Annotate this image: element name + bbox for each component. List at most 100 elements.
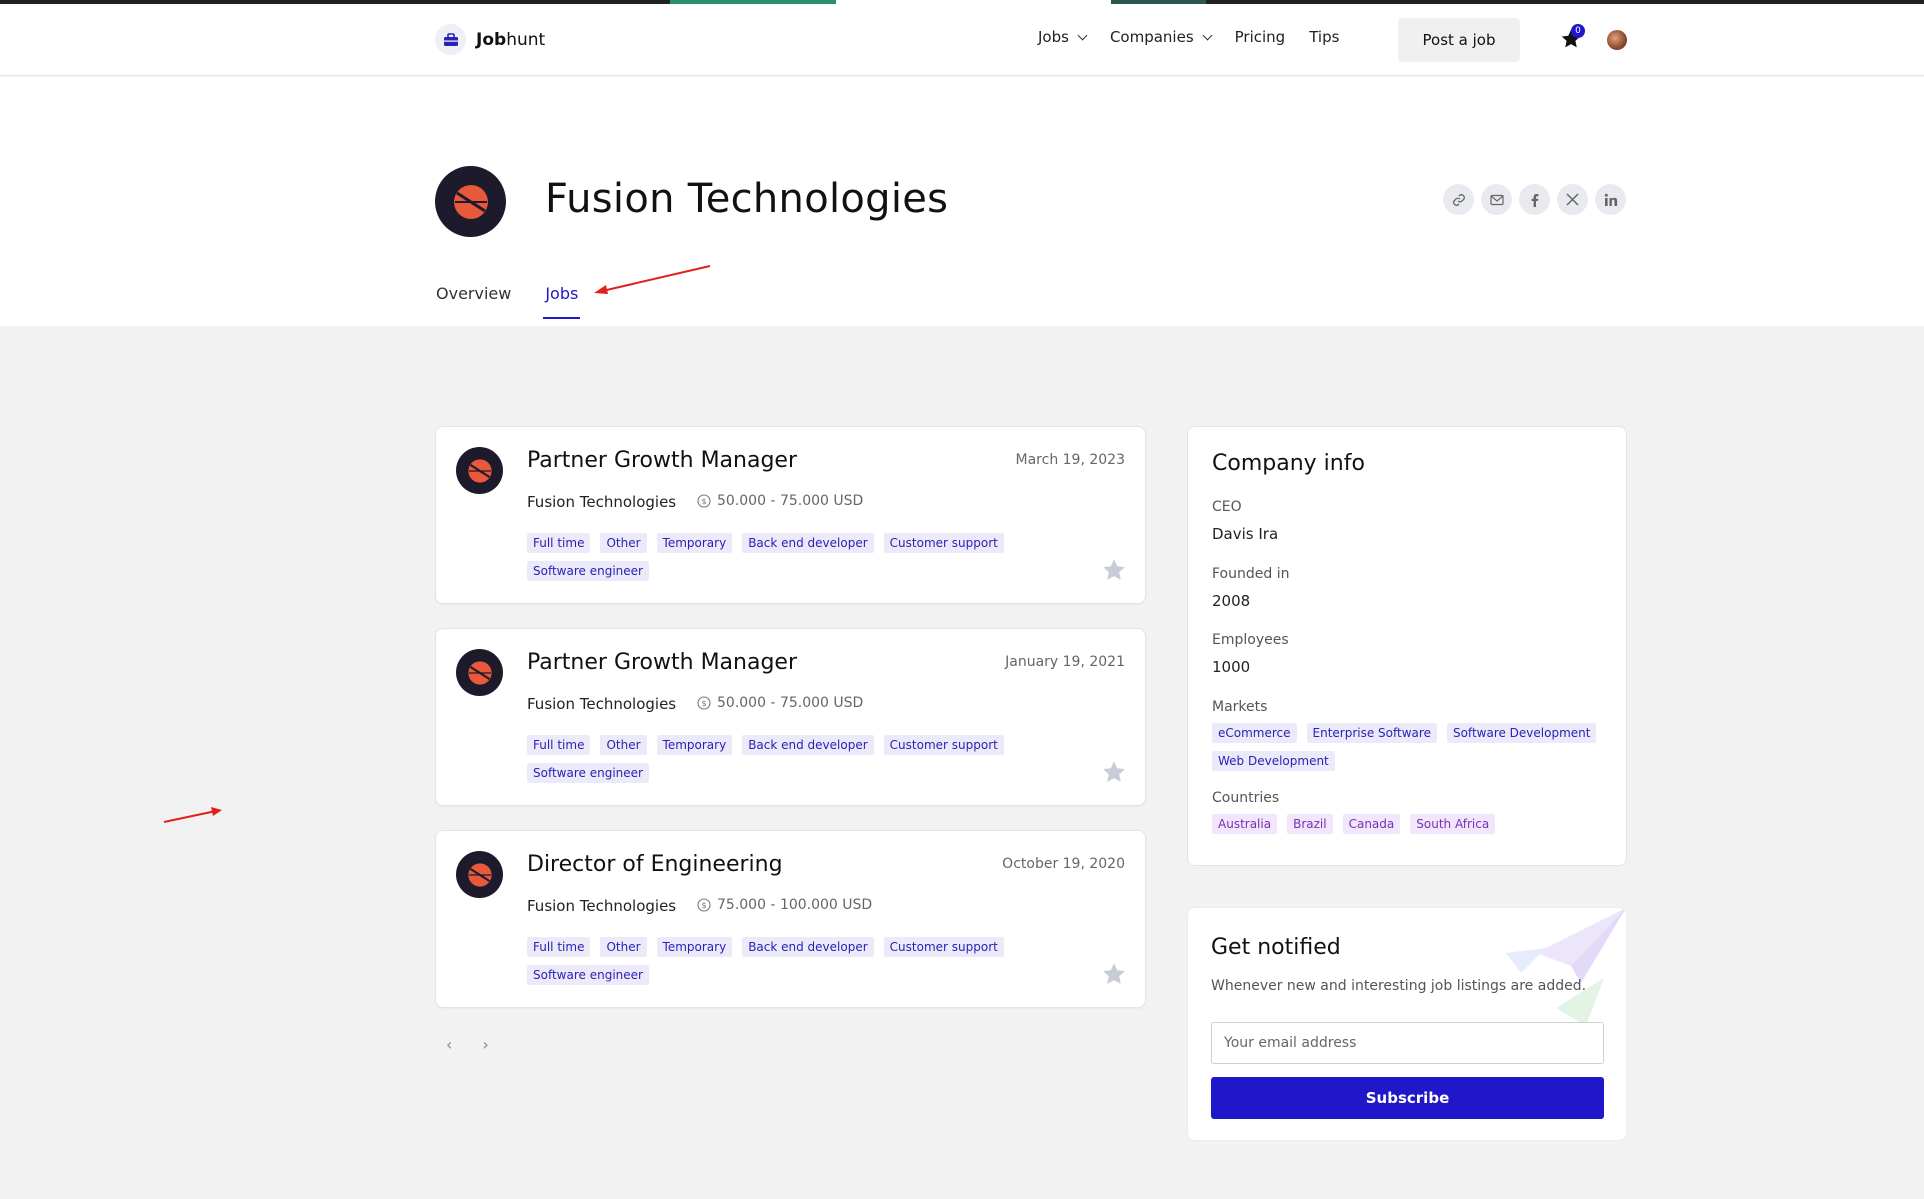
founded-value: 2008 bbox=[1212, 592, 1251, 610]
favorites-count-badge: 0 bbox=[1571, 24, 1585, 38]
share-buttons bbox=[1443, 184, 1626, 215]
ceo-label: CEO bbox=[1212, 499, 1242, 515]
company-name: Fusion Technologies bbox=[545, 176, 949, 222]
nav-pricing[interactable]: Pricing bbox=[1235, 28, 1286, 46]
company-tabs: Overview Jobs bbox=[436, 284, 581, 319]
get-notified-card: Get notified Whenever new and interestin… bbox=[1187, 907, 1627, 1141]
company-logo bbox=[456, 649, 503, 696]
nav-jobs[interactable]: Jobs bbox=[1038, 28, 1088, 46]
employees-label: Employees bbox=[1212, 632, 1289, 648]
job-tag[interactable]: Full time bbox=[527, 735, 591, 755]
market-tag[interactable]: Web Development bbox=[1212, 751, 1335, 771]
market-tag[interactable]: Enterprise Software bbox=[1306, 723, 1437, 743]
job-title[interactable]: Partner Growth Manager bbox=[527, 448, 797, 473]
job-tag[interactable]: Other bbox=[600, 735, 647, 755]
job-tag[interactable]: Back end developer bbox=[742, 533, 874, 553]
countries-tags: Australia Brazil Canada South Africa bbox=[1212, 814, 1602, 834]
dollar-circle-icon: $ bbox=[697, 696, 711, 710]
x-icon[interactable] bbox=[1557, 184, 1588, 215]
site-logo-text: Jobhunt bbox=[476, 29, 546, 50]
employees-value: 1000 bbox=[1212, 658, 1251, 676]
job-tags: Full time Other Temporary Back end devel… bbox=[527, 937, 1027, 985]
job-tag[interactable]: Other bbox=[600, 533, 647, 553]
get-notified-title: Get notified bbox=[1211, 935, 1341, 960]
market-tag[interactable]: eCommerce bbox=[1212, 723, 1297, 743]
country-tag[interactable]: South Africa bbox=[1410, 814, 1496, 834]
get-notified-text: Whenever new and interesting job listing… bbox=[1211, 978, 1587, 994]
dollar-circle-icon: $ bbox=[697, 494, 711, 508]
job-tags: Full time Other Temporary Back end devel… bbox=[527, 735, 1027, 783]
job-company[interactable]: Fusion Technologies bbox=[527, 493, 676, 511]
job-card[interactable]: Partner Growth Manager January 19, 2021 … bbox=[435, 628, 1146, 806]
pagination: ‹ › bbox=[446, 1035, 489, 1054]
nav-companies[interactable]: Companies bbox=[1110, 28, 1213, 46]
job-card[interactable]: Director of Engineering October 19, 2020… bbox=[435, 830, 1146, 1008]
job-tag[interactable]: Temporary bbox=[656, 937, 733, 957]
country-tag[interactable]: Canada bbox=[1342, 814, 1401, 834]
svg-text:$: $ bbox=[701, 497, 706, 506]
email-icon[interactable] bbox=[1481, 184, 1512, 215]
ceo-value: Davis Ira bbox=[1212, 525, 1279, 543]
email-field[interactable] bbox=[1211, 1022, 1604, 1064]
job-date: January 19, 2021 bbox=[1005, 654, 1125, 670]
job-tag[interactable]: Temporary bbox=[656, 533, 733, 553]
job-tag[interactable]: Customer support bbox=[883, 735, 1004, 755]
user-avatar[interactable] bbox=[1607, 30, 1627, 50]
facebook-icon[interactable] bbox=[1519, 184, 1550, 215]
main-nav: Jobs Companies Pricing Tips bbox=[1038, 28, 1363, 46]
briefcase-icon bbox=[435, 24, 466, 55]
market-tag[interactable]: Software Development bbox=[1446, 723, 1597, 743]
subscribe-button[interactable]: Subscribe bbox=[1211, 1077, 1604, 1119]
favorite-star-icon[interactable] bbox=[1101, 961, 1127, 987]
job-tags: Full time Other Temporary Back end devel… bbox=[527, 533, 1027, 581]
markets-label: Markets bbox=[1212, 699, 1268, 715]
tab-jobs[interactable]: Jobs bbox=[543, 284, 581, 319]
dollar-circle-icon: $ bbox=[697, 898, 711, 912]
job-salary: $ 75.000 - 100.000 USD bbox=[697, 897, 872, 913]
link-icon[interactable] bbox=[1443, 184, 1474, 215]
site-header: Jobhunt Jobs Companies Pricing Tips Post… bbox=[0, 4, 1924, 76]
post-job-button[interactable]: Post a job bbox=[1398, 18, 1520, 62]
country-tag[interactable]: Australia bbox=[1212, 814, 1278, 834]
chevron-down-icon bbox=[1077, 30, 1088, 40]
favorite-star-icon[interactable] bbox=[1101, 759, 1127, 785]
svg-text:$: $ bbox=[701, 901, 706, 910]
founded-label: Founded in bbox=[1212, 566, 1290, 582]
job-tag[interactable]: Back end developer bbox=[742, 937, 874, 957]
job-tag[interactable]: Customer support bbox=[883, 533, 1004, 553]
company-logo bbox=[435, 166, 506, 237]
countries-label: Countries bbox=[1212, 790, 1280, 806]
job-tag[interactable]: Customer support bbox=[883, 937, 1004, 957]
prev-page-button[interactable]: ‹ bbox=[446, 1035, 452, 1054]
tab-overview[interactable]: Overview bbox=[436, 284, 511, 319]
svg-text:$: $ bbox=[701, 699, 706, 708]
job-tag[interactable]: Full time bbox=[527, 937, 591, 957]
company-logo bbox=[456, 447, 503, 494]
favorite-star-icon[interactable] bbox=[1101, 557, 1127, 583]
job-company[interactable]: Fusion Technologies bbox=[527, 897, 676, 915]
job-company[interactable]: Fusion Technologies bbox=[527, 695, 676, 713]
job-card[interactable]: Partner Growth Manager March 19, 2023 Fu… bbox=[435, 426, 1146, 604]
next-page-button[interactable]: › bbox=[482, 1035, 488, 1054]
job-date: March 19, 2023 bbox=[1015, 452, 1125, 468]
chevron-down-icon bbox=[1202, 30, 1213, 40]
linkedin-icon[interactable] bbox=[1595, 184, 1626, 215]
company-info-card: Company info CEO Davis Ira Founded in 20… bbox=[1187, 426, 1627, 866]
job-tag[interactable]: Software engineer bbox=[527, 965, 649, 985]
job-tag[interactable]: Software engineer bbox=[527, 561, 649, 581]
job-tag[interactable]: Back end developer bbox=[742, 735, 874, 755]
job-tag[interactable]: Other bbox=[600, 937, 647, 957]
job-salary: $ 50.000 - 75.000 USD bbox=[697, 493, 863, 509]
company-logo bbox=[456, 851, 503, 898]
site-logo[interactable]: Jobhunt bbox=[435, 24, 545, 55]
job-title[interactable]: Director of Engineering bbox=[527, 852, 783, 877]
job-tag[interactable]: Temporary bbox=[656, 735, 733, 755]
country-tag[interactable]: Brazil bbox=[1287, 814, 1333, 834]
job-tag[interactable]: Software engineer bbox=[527, 763, 649, 783]
annotation-arrow bbox=[163, 807, 222, 823]
company-info-title: Company info bbox=[1212, 451, 1365, 476]
nav-tips[interactable]: Tips bbox=[1309, 28, 1339, 46]
paper-plane-icon bbox=[1506, 908, 1626, 1026]
job-tag[interactable]: Full time bbox=[527, 533, 591, 553]
job-title[interactable]: Partner Growth Manager bbox=[527, 650, 797, 675]
